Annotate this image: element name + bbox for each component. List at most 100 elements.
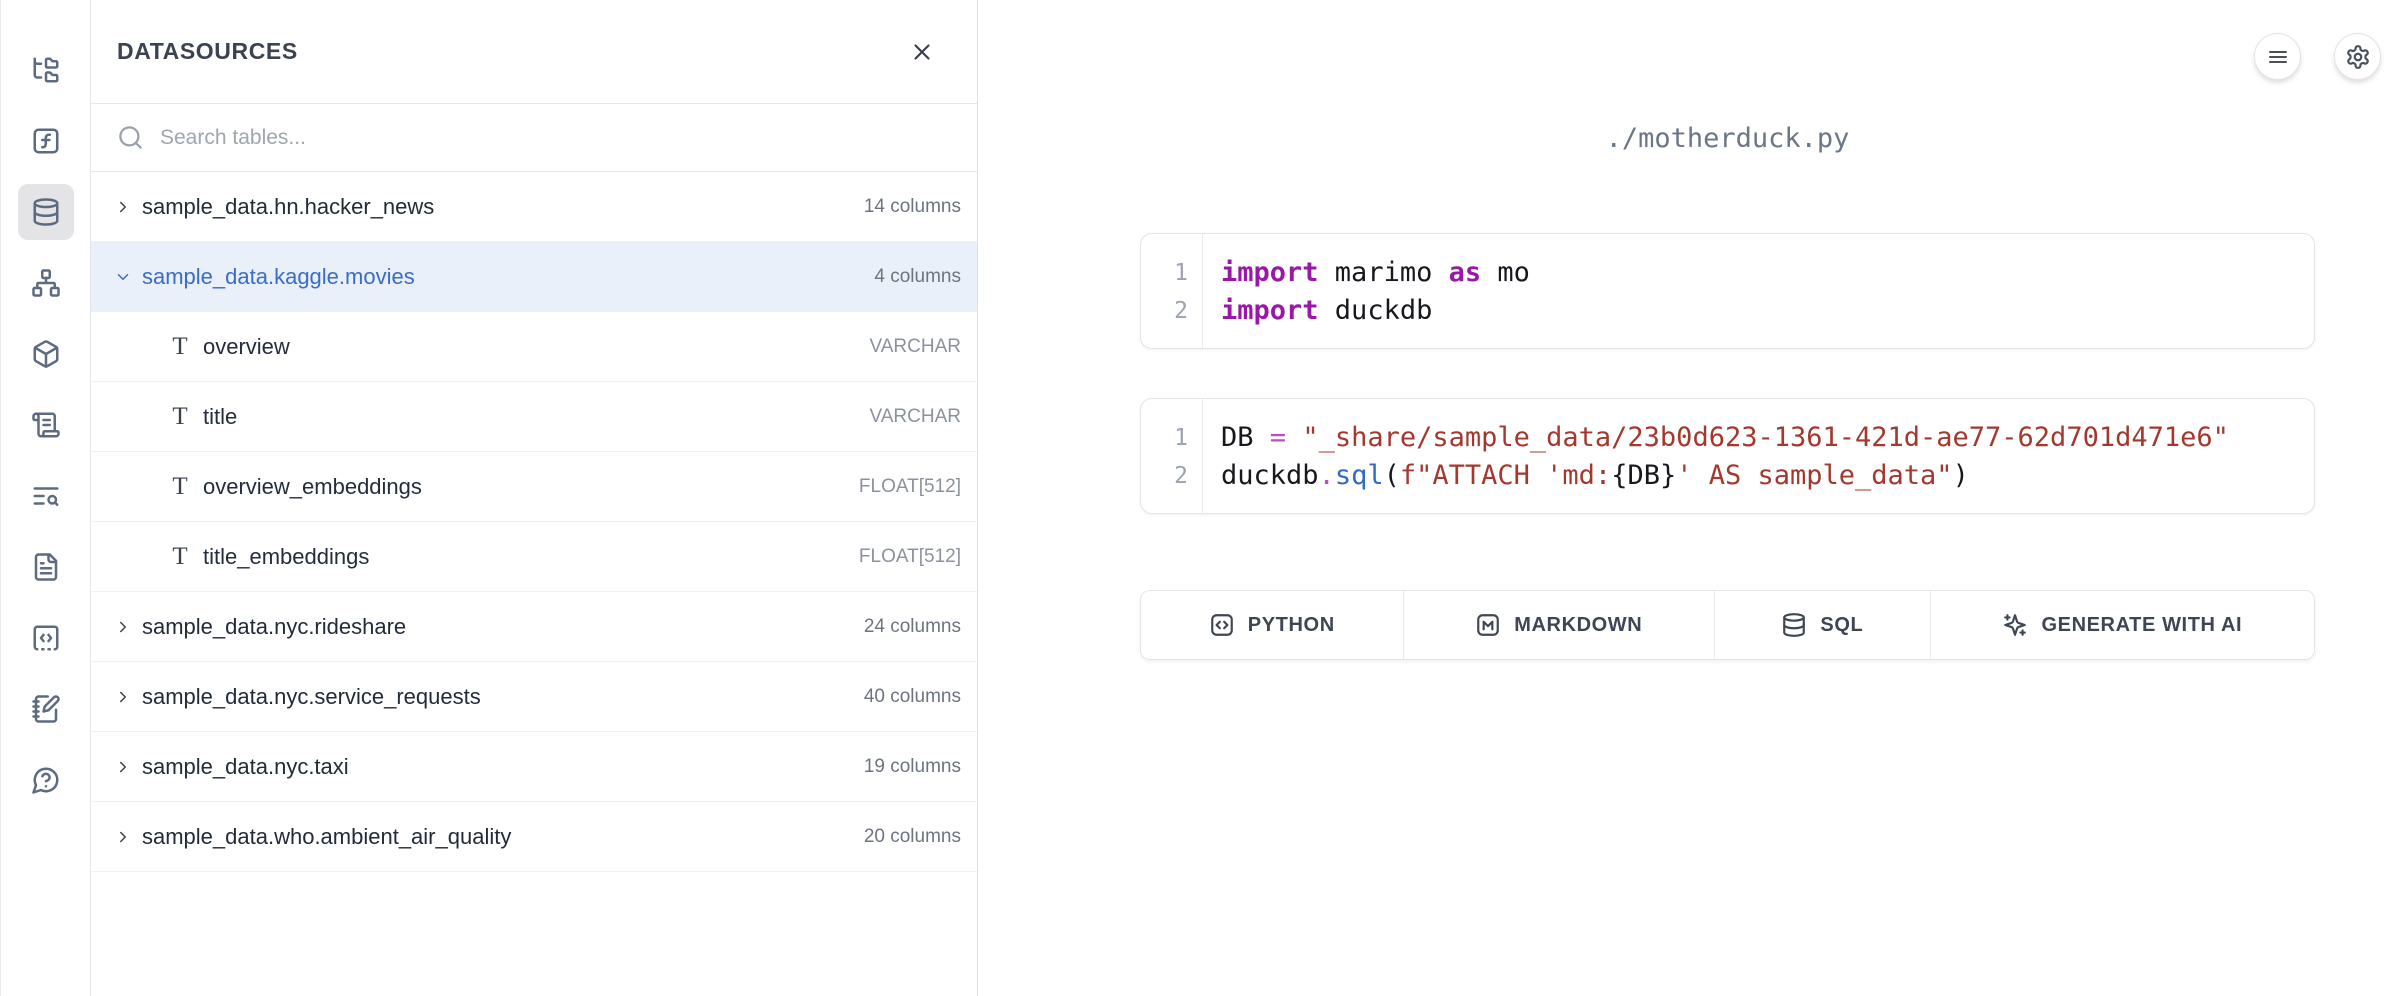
file-text-icon bbox=[31, 552, 61, 582]
markdown-icon bbox=[1475, 612, 1501, 638]
table-row[interactable]: sample_data.nyc.taxi 19 columns bbox=[91, 732, 977, 802]
column-type: FLOAT[512] bbox=[859, 476, 961, 498]
add-cell-generate-with-ai-button[interactable]: GENERATE WITH AI bbox=[1931, 591, 2314, 659]
column-name: title bbox=[203, 404, 237, 430]
table-name: sample_data.hn.hacker_news bbox=[142, 194, 434, 220]
panel-title: DATASOURCES bbox=[117, 38, 298, 65]
table-name: sample_data.nyc.rideshare bbox=[142, 614, 406, 640]
rail-item-file-explorer[interactable] bbox=[18, 42, 74, 98]
table-name: sample_data.nyc.taxi bbox=[142, 754, 349, 780]
code-square-dashed-icon bbox=[31, 623, 61, 653]
table-column-count: 19 columns bbox=[864, 756, 961, 778]
activity-rail bbox=[0, 0, 91, 996]
network-icon bbox=[31, 268, 61, 298]
column-type: VARCHAR bbox=[870, 406, 962, 428]
text-type-icon: T bbox=[167, 333, 193, 361]
rail-item-logs[interactable] bbox=[18, 397, 74, 453]
tables-tree: sample_data.hn.hacker_news14 columnssamp… bbox=[91, 172, 977, 996]
settings-icon bbox=[2345, 44, 2371, 70]
rail-item-trace-search[interactable] bbox=[18, 468, 74, 524]
code-editor[interactable]: DB = "_share/sample_data/23b0d623-1361-4… bbox=[1203, 399, 2229, 513]
settings-button[interactable] bbox=[2334, 33, 2381, 80]
scroll-text-icon bbox=[31, 410, 61, 440]
notebook-main: ./motherduck.py 12import marimo as moimp… bbox=[978, 0, 2399, 996]
add-cell-sql-button[interactable]: SQL bbox=[1715, 591, 1931, 659]
app: DATASOURCES sample_data.hn.hacker_news 14… bbox=[0, 0, 2399, 996]
database-icon bbox=[1781, 612, 1807, 638]
column-name: overview_embeddings bbox=[203, 474, 422, 500]
x-icon bbox=[909, 39, 935, 65]
table-column-count: 14 columns bbox=[864, 196, 961, 218]
rail-item-dependencies[interactable] bbox=[18, 255, 74, 311]
chevron-right-icon bbox=[114, 618, 132, 636]
add-cell-button-label: MARKDOWN bbox=[1514, 614, 1642, 637]
rail-item-variables[interactable] bbox=[18, 113, 74, 169]
notebook-column: ./motherduck.py 12import marimo as moimp… bbox=[1140, 0, 2315, 660]
panel-header: DATASOURCES bbox=[91, 0, 977, 104]
search-icon bbox=[117, 124, 144, 151]
rail-item-scratchpad[interactable] bbox=[18, 681, 74, 737]
column-row[interactable]: Toverview VARCHAR bbox=[91, 312, 977, 382]
chevron-right-icon bbox=[114, 198, 132, 216]
table-column-count: 24 columns bbox=[864, 616, 961, 638]
table-search bbox=[91, 104, 977, 172]
cells-container: 12import marimo as moimport duckdb12DB =… bbox=[1140, 233, 2315, 514]
chevron-right-icon bbox=[114, 758, 132, 776]
notebook-pen-icon bbox=[31, 694, 61, 724]
code-editor[interactable]: import marimo as moimport duckdb bbox=[1203, 234, 1530, 348]
table-name: sample_data.nyc.service_requests bbox=[142, 684, 481, 710]
table-column-count: 20 columns bbox=[864, 826, 961, 848]
table-row[interactable]: sample_data.who.ambient_air_quality 20 co… bbox=[91, 802, 977, 872]
add-cell-bar: PYTHON MARKDOWN SQL GENERATE WITH AI bbox=[1140, 590, 2315, 660]
database-icon bbox=[31, 197, 61, 227]
chevron-right-icon bbox=[114, 688, 132, 706]
text-type-icon: T bbox=[167, 543, 193, 571]
menu-icon bbox=[2266, 45, 2290, 69]
table-column-count: 4 columns bbox=[874, 266, 961, 288]
close-panel-button[interactable] bbox=[907, 37, 937, 67]
code-square-icon bbox=[1209, 612, 1235, 638]
text-type-icon: T bbox=[167, 403, 193, 431]
chat-question-icon bbox=[31, 765, 61, 795]
rail-item-help[interactable] bbox=[18, 752, 74, 808]
text-type-icon: T bbox=[167, 473, 193, 501]
line-numbers: 12 bbox=[1141, 234, 1203, 348]
column-row[interactable]: Ttitle VARCHAR bbox=[91, 382, 977, 452]
add-cell-button-label: PYTHON bbox=[1248, 614, 1335, 637]
notebook-toolbar bbox=[2254, 33, 2381, 80]
column-row[interactable]: Ttitle_embeddings FLOAT[512] bbox=[91, 522, 977, 592]
table-row[interactable]: sample_data.nyc.service_requests 40 colum… bbox=[91, 662, 977, 732]
chevron-right-icon bbox=[114, 828, 132, 846]
column-type: VARCHAR bbox=[870, 336, 962, 358]
rail-item-documentation[interactable] bbox=[18, 539, 74, 595]
add-cell-markdown-button[interactable]: MARKDOWN bbox=[1404, 591, 1715, 659]
column-row[interactable]: Toverview_embeddings FLOAT[512] bbox=[91, 452, 977, 522]
search-input[interactable] bbox=[160, 126, 961, 150]
text-search-icon bbox=[31, 481, 61, 511]
add-cell-button-label: SQL bbox=[1820, 614, 1863, 637]
notebook-filename: ./motherduck.py bbox=[1140, 122, 2315, 156]
package-icon bbox=[31, 339, 61, 369]
code-cell-1: 12import marimo as moimport duckdb bbox=[1140, 233, 2315, 349]
line-numbers: 12 bbox=[1141, 399, 1203, 513]
column-type: FLOAT[512] bbox=[859, 546, 961, 568]
rail-item-datasources[interactable] bbox=[18, 184, 74, 240]
table-name: sample_data.who.ambient_air_quality bbox=[142, 824, 511, 850]
column-name: overview bbox=[203, 334, 290, 360]
menu-button[interactable] bbox=[2254, 33, 2301, 80]
column-name: title_embeddings bbox=[203, 544, 369, 570]
table-row[interactable]: sample_data.nyc.rideshare 24 columns bbox=[91, 592, 977, 662]
chevron-down-icon bbox=[114, 268, 132, 286]
code-cell-2: 12DB = "_share/sample_data/23b0d623-1361… bbox=[1140, 398, 2315, 514]
table-column-count: 40 columns bbox=[864, 686, 961, 708]
rail-item-snippets[interactable] bbox=[18, 610, 74, 666]
add-cell-python-button[interactable]: PYTHON bbox=[1141, 591, 1404, 659]
table-name: sample_data.kaggle.movies bbox=[142, 264, 415, 290]
table-row[interactable]: sample_data.kaggle.movies 4 columns bbox=[91, 242, 977, 312]
datasources-panel: DATASOURCES sample_data.hn.hacker_news 14… bbox=[91, 0, 978, 996]
folder-tree-icon bbox=[31, 55, 61, 85]
table-row[interactable]: sample_data.hn.hacker_news 14 columns bbox=[91, 172, 977, 242]
function-square-icon bbox=[31, 126, 61, 156]
rail-item-packages[interactable] bbox=[18, 326, 74, 382]
sparkles-icon bbox=[2002, 612, 2028, 638]
